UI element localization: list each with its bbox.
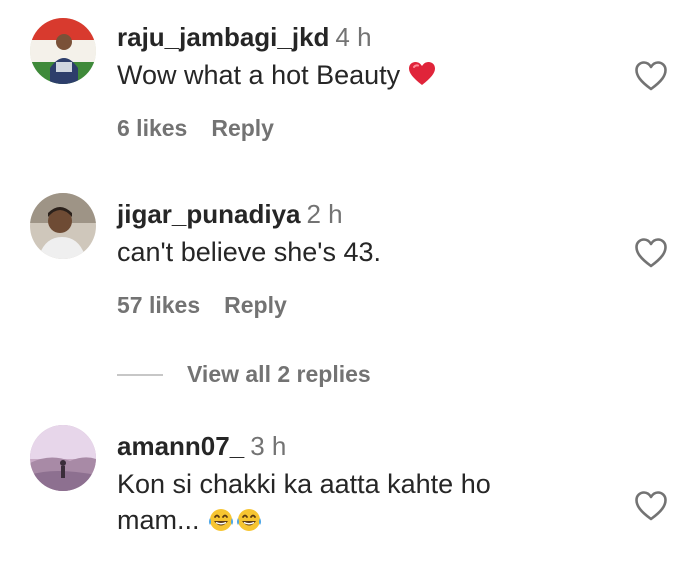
view-replies-label[interactable]: View all 2 replies [187, 361, 371, 387]
heart-outline-icon[interactable] [634, 490, 668, 522]
comment-username[interactable]: jigar_punadiya [117, 199, 301, 229]
reply-button[interactable]: Reply [224, 292, 287, 318]
heart-outline-icon[interactable] [634, 237, 668, 269]
heart-outline-icon[interactable] [634, 60, 668, 92]
avatar[interactable] [30, 425, 96, 491]
view-replies-button[interactable]: View all 2 replies [117, 361, 371, 391]
reply-button[interactable]: Reply [211, 115, 274, 141]
face-with-tears-of-joy-icon [207, 506, 235, 542]
face-with-tears-of-joy-icon [235, 506, 263, 542]
comment-timestamp: 4 h [335, 22, 372, 52]
likes-count[interactable]: 6 likes [117, 115, 187, 141]
comment-text: Wow what a hot Beauty [117, 60, 401, 90]
comment-username[interactable]: raju_jambagi_jkd [117, 22, 329, 52]
comment-username[interactable]: amann07_ [117, 431, 244, 461]
avatar[interactable] [30, 193, 96, 259]
comment-text: can't believe she's 43. [117, 237, 381, 267]
red-heart-icon [408, 60, 436, 96]
comment-text: Kon si chakki ka aatta kahte ho mam... [117, 469, 491, 535]
replies-divider [117, 373, 163, 376]
comment-timestamp: 2 h [306, 199, 343, 229]
avatar[interactable] [30, 18, 96, 84]
comment-timestamp: 3 h [250, 431, 287, 461]
likes-count[interactable]: 57 likes [117, 292, 200, 318]
